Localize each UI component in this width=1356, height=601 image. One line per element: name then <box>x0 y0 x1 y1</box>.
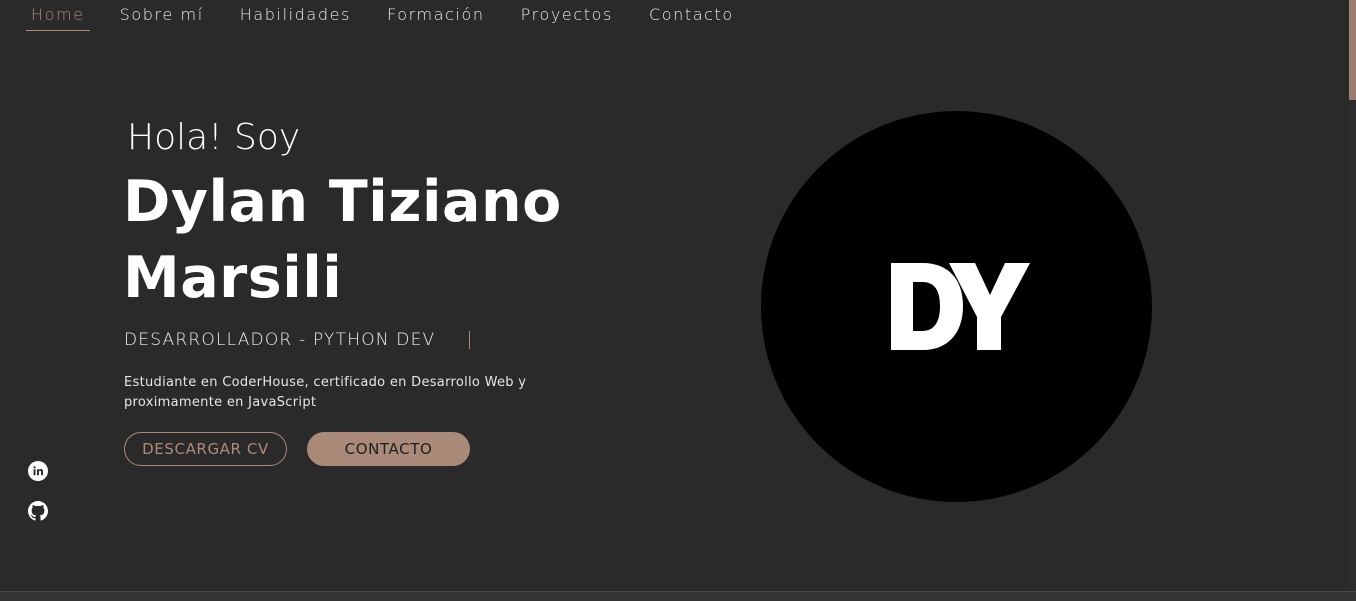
nav-item-proyectos[interactable]: Proyectos <box>521 0 613 30</box>
hero-name-line1: Dylan Tiziano <box>123 169 562 235</box>
hero-name: Dylan Tiziano Marsili <box>123 164 583 316</box>
linkedin-link[interactable] <box>28 461 48 481</box>
github-link[interactable] <box>28 501 48 521</box>
hero-name-line2: Marsili <box>123 245 343 311</box>
hero-role: DESARROLLADOR - PYTHON DEV <box>124 330 436 350</box>
main-nav: Home Sobre mí Habilidades Formación Proy… <box>26 0 770 32</box>
typing-cursor <box>469 331 471 349</box>
logo-avatar: DY <box>761 111 1152 502</box>
scrollbar-thumb[interactable] <box>1349 0 1356 100</box>
nav-item-sobre-mi[interactable]: Sobre mí <box>120 0 204 30</box>
page-scrollbar[interactable] <box>1347 0 1356 592</box>
hero-greeting: Hola! Soy <box>127 117 301 158</box>
nav-item-contacto[interactable]: Contacto <box>649 0 734 30</box>
dy-logo: DY <box>891 263 1030 350</box>
hero-description: Estudiante en CoderHouse, certificado en… <box>124 375 527 410</box>
linkedin-icon <box>28 461 48 481</box>
contact-button[interactable]: CONTACTO <box>307 432 470 466</box>
download-cv-button[interactable]: DESCARGAR CV <box>124 432 287 466</box>
hero-role-line: DESARROLLADOR - PYTHON DEV <box>124 330 471 350</box>
bottom-edge-bar <box>0 591 1356 601</box>
nav-item-habilidades[interactable]: Habilidades <box>240 0 351 30</box>
portfolio-page: Home Sobre mí Habilidades Formación Proy… <box>0 0 1356 601</box>
github-icon <box>28 501 48 521</box>
nav-item-home[interactable]: Home <box>26 0 90 31</box>
nav-item-formacion[interactable]: Formación <box>387 0 485 30</box>
